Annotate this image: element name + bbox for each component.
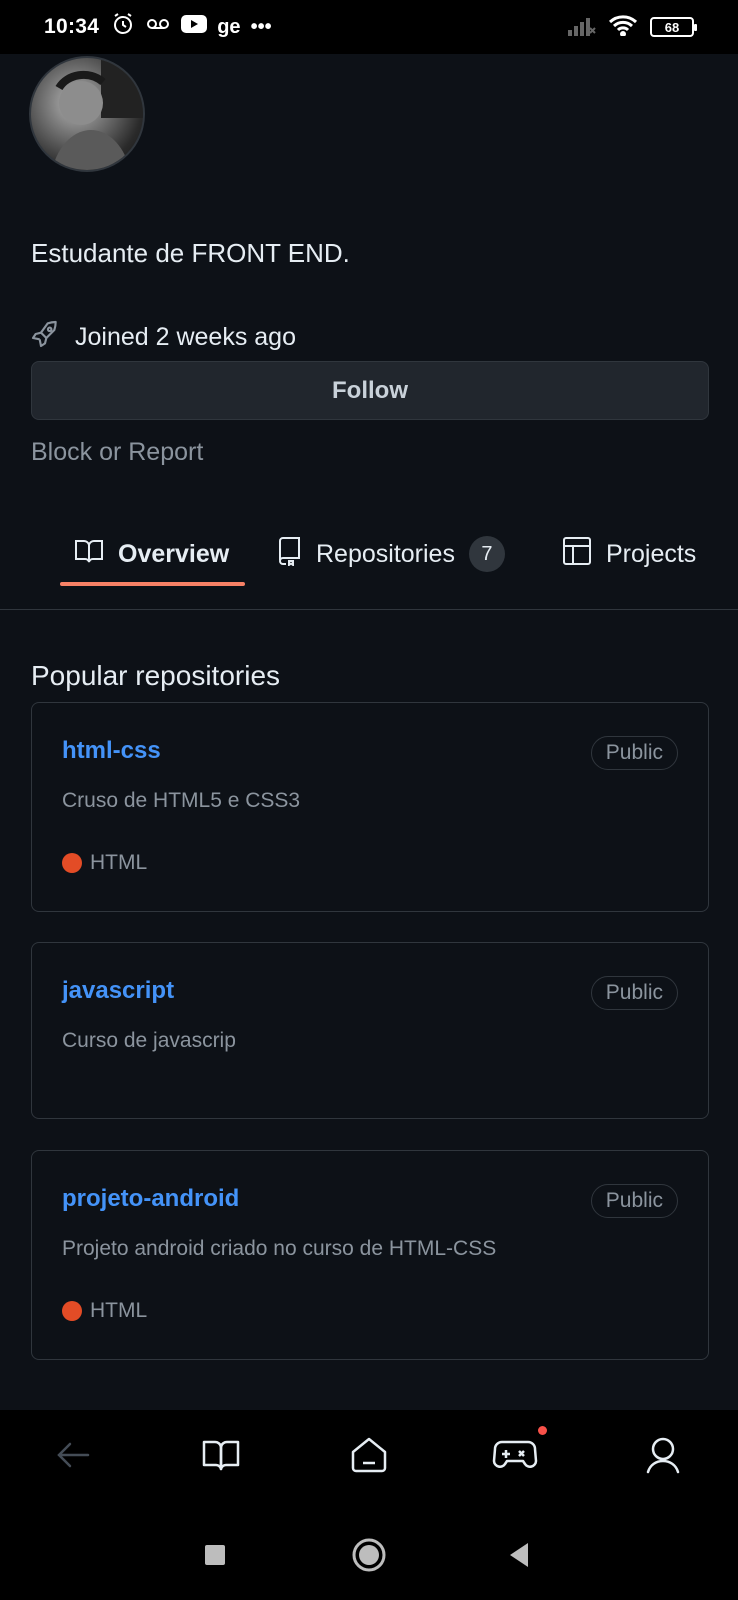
tab-repositories[interactable]: Repositories 7: [276, 524, 505, 584]
wifi-icon: [608, 14, 638, 41]
table-icon: [562, 536, 592, 573]
app-bottom-bar: [0, 1410, 738, 1510]
battery-icon: 68: [650, 17, 697, 37]
signal-icon: [566, 14, 596, 41]
repo-name-link[interactable]: javascript: [62, 977, 174, 1005]
status-time: 10:34: [44, 15, 100, 38]
joined-info: Joined 2 weeks ago: [29, 318, 296, 357]
repo-description: Curso de javascrip: [62, 1029, 236, 1052]
visibility-badge: Public: [590, 1184, 678, 1218]
system-nav-bar: [0, 1510, 738, 1600]
joined-text: Joined 2 weeks ago: [75, 323, 296, 351]
visibility-badge: Public: [590, 976, 678, 1010]
visibility-badge: Public: [590, 736, 678, 770]
active-tab-indicator: [60, 582, 245, 586]
repo-language: HTML: [62, 851, 147, 875]
home-button[interactable]: [346, 1532, 392, 1578]
repo-icon: [276, 536, 302, 573]
repo-description: Projeto android criado no curso de HTML-…: [62, 1237, 497, 1260]
back-arrow-icon[interactable]: [46, 1428, 100, 1482]
popular-repositories-heading: Popular repositories: [31, 660, 281, 691]
language-name: HTML: [90, 851, 148, 874]
language-color-dot: [62, 1301, 82, 1321]
tabs-divider: [0, 609, 738, 610]
book-icon: [74, 538, 104, 571]
language-color-dot: [62, 853, 82, 873]
profile-page: Estudante de FRONT END. Joined 2 weeks a…: [0, 54, 738, 1410]
repositories-count-badge: 7: [468, 536, 505, 572]
follow-button[interactable]: Follow: [31, 361, 709, 420]
more-notifications-icon: •••: [250, 15, 272, 38]
game-controller-icon[interactable]: [488, 1426, 547, 1482]
repo-card: javascript Public Curso de javascrip: [31, 942, 709, 1119]
voicemail-icon: [145, 15, 171, 39]
block-or-report-link[interactable]: Block or Report: [31, 438, 203, 467]
notification-dot: [538, 1426, 547, 1435]
tab-overview[interactable]: Overview: [74, 524, 229, 584]
repo-name-link[interactable]: projeto-android: [62, 1185, 239, 1213]
tab-repositories-label: Repositories: [316, 539, 455, 568]
book-icon[interactable]: [194, 1428, 248, 1482]
repo-description: Cruso de HTML5 e CSS3: [62, 789, 301, 812]
recents-button[interactable]: [192, 1532, 238, 1578]
avatar[interactable]: [29, 56, 145, 172]
language-name: HTML: [90, 1299, 148, 1322]
profile-tabs: Overview Repositories 7 Projects: [0, 524, 738, 594]
status-bar: 10:34 ge ••• 68: [0, 0, 738, 54]
tab-projects[interactable]: Projects: [562, 524, 696, 584]
profile-icon[interactable]: [636, 1428, 690, 1482]
repo-name-link[interactable]: html-css: [62, 737, 161, 765]
home-icon[interactable]: [342, 1428, 396, 1482]
status-app-text: ge: [217, 15, 241, 38]
repo-language: HTML: [62, 1299, 147, 1323]
repo-card: html-css Public Cruso de HTML5 e CSS3 HT…: [31, 702, 709, 912]
back-button[interactable]: [496, 1532, 542, 1578]
youtube-icon: [181, 14, 208, 40]
profile-bio: Estudante de FRONT END.: [31, 238, 350, 268]
tab-projects-label: Projects: [606, 539, 697, 568]
repo-card: projeto-android Public Projeto android c…: [31, 1150, 709, 1360]
tab-overview-label: Overview: [118, 539, 230, 568]
rocket-icon: [29, 318, 61, 357]
alarm-icon: [111, 12, 135, 42]
